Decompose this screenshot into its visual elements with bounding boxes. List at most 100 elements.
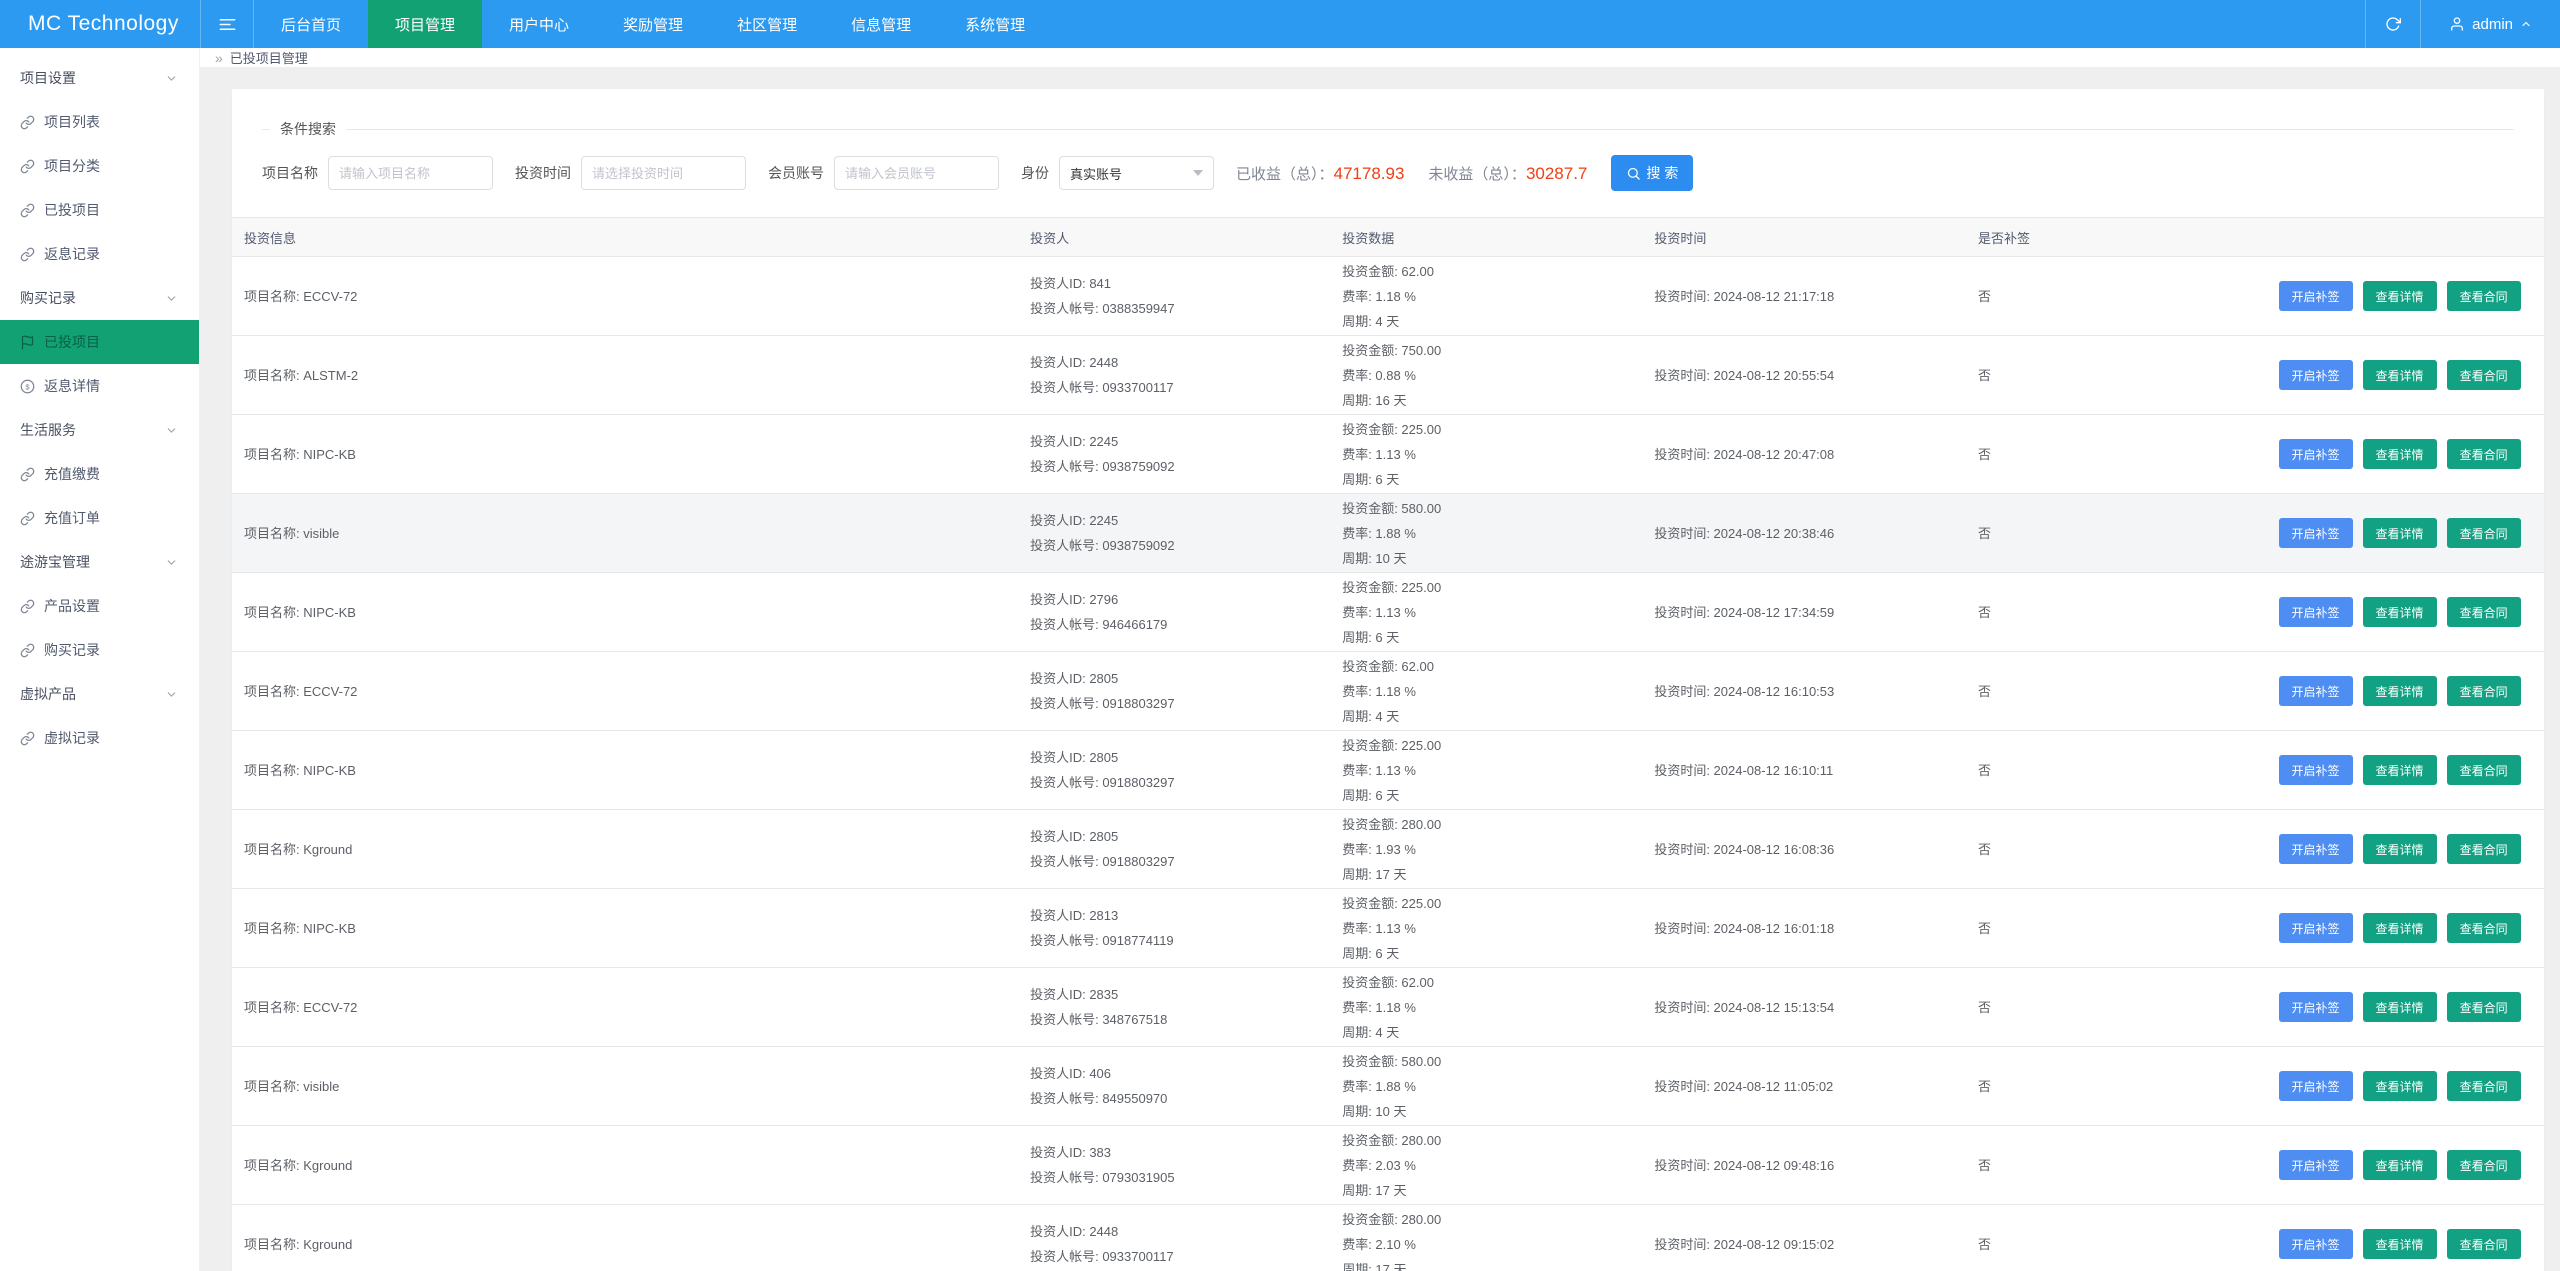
sidebar-item-label: 返息记录 <box>44 244 100 264</box>
view-contract-button[interactable]: 查看合同 <box>2447 1229 2521 1259</box>
view-detail-button[interactable]: 查看详情 <box>2363 518 2437 548</box>
actions-cell: 开启补签查看详情查看合同 <box>2267 652 2544 731</box>
view-detail-button[interactable]: 查看详情 <box>2363 913 2437 943</box>
view-contract-button[interactable]: 查看合同 <box>2447 913 2521 943</box>
navbar-right: admin <box>2365 0 2560 48</box>
investor-cell: 投资人ID: 2805投资人帐号: 0918803297 <box>1018 652 1330 731</box>
sidebar-item-购买记录[interactable]: 购买记录 <box>0 628 199 672</box>
sidebar-item-label: 购买记录 <box>44 640 100 660</box>
view-detail-button[interactable]: 查看详情 <box>2363 1150 2437 1180</box>
user-dropdown[interactable]: admin <box>2421 0 2560 48</box>
sidebar-item-虚拟记录[interactable]: 虚拟记录 <box>0 716 199 760</box>
nav-item-奖励管理[interactable]: 奖励管理 <box>596 0 710 48</box>
sidebar-item-项目分类[interactable]: 项目分类 <box>0 144 199 188</box>
sidebar-item-已投项目[interactable]: 已投项目 <box>0 188 199 232</box>
actions-cell: 开启补签查看详情查看合同 <box>2267 336 2544 415</box>
identity-label: 身份 <box>1021 163 1049 183</box>
nav-item-系统管理[interactable]: 系统管理 <box>938 0 1052 48</box>
view-contract-button[interactable]: 查看合同 <box>2447 281 2521 311</box>
sidebar-section-label: 购买记录 <box>20 288 76 308</box>
nav-item-信息管理[interactable]: 信息管理 <box>824 0 938 48</box>
sidebar-item-label: 已投项目 <box>44 332 100 352</box>
link-icon <box>20 159 35 174</box>
sidebar-section-生活服务[interactable]: 生活服务 <box>0 408 199 452</box>
view-contract-button[interactable]: 查看合同 <box>2447 755 2521 785</box>
sidebar-item-产品设置[interactable]: 产品设置 <box>0 584 199 628</box>
sidebar-section-项目设置[interactable]: 项目设置 <box>0 56 199 100</box>
sidebar-item-返息记录[interactable]: 返息记录 <box>0 232 199 276</box>
view-detail-button[interactable]: 查看详情 <box>2363 1071 2437 1101</box>
open-resign-button[interactable]: 开启补签 <box>2279 281 2353 311</box>
view-detail-button[interactable]: 查看详情 <box>2363 992 2437 1022</box>
view-contract-button[interactable]: 查看合同 <box>2447 992 2521 1022</box>
table-row: 项目名称: ECCV-72投资人ID: 2805投资人帐号: 091880329… <box>232 652 2544 731</box>
open-resign-button[interactable]: 开启补签 <box>2279 1229 2353 1259</box>
view-contract-button[interactable]: 查看合同 <box>2447 1071 2521 1101</box>
sidebar-item-充值订单[interactable]: 充值订单 <box>0 496 199 540</box>
open-resign-button[interactable]: 开启补签 <box>2279 597 2353 627</box>
table-row: 项目名称: visible投资人ID: 406投资人帐号: 849550970投… <box>232 1047 2544 1126</box>
view-contract-button[interactable]: 查看合同 <box>2447 834 2521 864</box>
open-resign-button[interactable]: 开启补签 <box>2279 1071 2353 1101</box>
sidebar-section-购买记录[interactable]: 购买记录 <box>0 276 199 320</box>
invest-time-input[interactable] <box>581 156 746 190</box>
invest-data-cell: 投资金额: 580.00费率: 1.88 %周期: 10 天 <box>1330 1047 1642 1126</box>
nav-item-社区管理[interactable]: 社区管理 <box>710 0 824 48</box>
sidebar-item-已投项目[interactable]: 已投项目 <box>0 320 199 364</box>
view-contract-button[interactable]: 查看合同 <box>2447 676 2521 706</box>
sidebar-section-label: 途游宝管理 <box>20 552 90 572</box>
sidebar-toggle-button[interactable] <box>200 0 254 48</box>
earned-total-value: 47178.93 <box>1334 164 1405 184</box>
sidebar-item-充值缴费[interactable]: 充值缴费 <box>0 452 199 496</box>
invest-data-cell: 投资金额: 280.00费率: 2.10 %周期: 17 天 <box>1330 1205 1642 1271</box>
view-contract-button[interactable]: 查看合同 <box>2447 1150 2521 1180</box>
view-contract-button[interactable]: 查看合同 <box>2447 360 2521 390</box>
invest-time-cell: 投资时间: 2024-08-12 16:08:36 <box>1642 810 1966 889</box>
view-contract-button[interactable]: 查看合同 <box>2447 439 2521 469</box>
table-row: 项目名称: ECCV-72投资人ID: 2835投资人帐号: 348767518… <box>232 968 2544 1047</box>
open-resign-button[interactable]: 开启补签 <box>2279 755 2353 785</box>
nav-item-用户中心[interactable]: 用户中心 <box>482 0 596 48</box>
nav-item-后台首页[interactable]: 后台首页 <box>254 0 368 48</box>
investor-cell: 投资人ID: 2805投资人帐号: 0918803297 <box>1018 810 1330 889</box>
view-detail-button[interactable]: 查看详情 <box>2363 281 2437 311</box>
sidebar-section-虚拟产品[interactable]: 虚拟产品 <box>0 672 199 716</box>
open-resign-button[interactable]: 开启补签 <box>2279 834 2353 864</box>
project-name-input[interactable] <box>328 156 493 190</box>
open-resign-button[interactable]: 开启补签 <box>2279 1150 2353 1180</box>
invest-time-cell: 投资时间: 2024-08-12 20:38:46 <box>1642 494 1966 573</box>
view-detail-button[interactable]: 查看详情 <box>2363 676 2437 706</box>
view-detail-button[interactable]: 查看详情 <box>2363 755 2437 785</box>
sidebar-item-项目列表[interactable]: 项目列表 <box>0 100 199 144</box>
invest-time-cell: 投资时间: 2024-08-12 11:05:02 <box>1642 1047 1966 1126</box>
search-button[interactable]: 搜索 <box>1611 155 1693 191</box>
sidebar-section-途游宝管理[interactable]: 途游宝管理 <box>0 540 199 584</box>
table-row: 项目名称: NIPC-KB投资人ID: 2245投资人帐号: 093875909… <box>232 415 2544 494</box>
sidebar-section-label: 虚拟产品 <box>20 684 76 704</box>
view-contract-button[interactable]: 查看合同 <box>2447 597 2521 627</box>
view-detail-button[interactable]: 查看详情 <box>2363 597 2437 627</box>
sidebar-item-label: 返息详情 <box>44 376 100 396</box>
sidebar-item-返息详情[interactable]: $返息详情 <box>0 364 199 408</box>
chevron-down-icon <box>165 424 178 437</box>
invest-data-cell: 投资金额: 62.00费率: 1.18 %周期: 4 天 <box>1330 968 1642 1047</box>
view-detail-button[interactable]: 查看详情 <box>2363 834 2437 864</box>
identity-select[interactable]: 真实账号 <box>1059 156 1214 190</box>
view-detail-button[interactable]: 查看详情 <box>2363 1229 2437 1259</box>
open-resign-button[interactable]: 开启补签 <box>2279 992 2353 1022</box>
open-resign-button[interactable]: 开启补签 <box>2279 360 2353 390</box>
refresh-button[interactable] <box>2365 0 2421 48</box>
member-account-input[interactable] <box>834 156 999 190</box>
view-detail-button[interactable]: 查看详情 <box>2363 439 2437 469</box>
open-resign-button[interactable]: 开启补签 <box>2279 676 2353 706</box>
resign-cell: 否 <box>1966 889 2267 968</box>
nav-item-项目管理[interactable]: 项目管理 <box>368 0 482 48</box>
table-row: 项目名称: NIPC-KB投资人ID: 2813投资人帐号: 091877411… <box>232 889 2544 968</box>
project-name-label: 项目名称 <box>262 163 318 183</box>
view-contract-button[interactable]: 查看合同 <box>2447 518 2521 548</box>
investor-cell: 投资人ID: 841投资人帐号: 0388359947 <box>1018 257 1330 336</box>
open-resign-button[interactable]: 开启补签 <box>2279 913 2353 943</box>
open-resign-button[interactable]: 开启补签 <box>2279 518 2353 548</box>
open-resign-button[interactable]: 开启补签 <box>2279 439 2353 469</box>
view-detail-button[interactable]: 查看详情 <box>2363 360 2437 390</box>
